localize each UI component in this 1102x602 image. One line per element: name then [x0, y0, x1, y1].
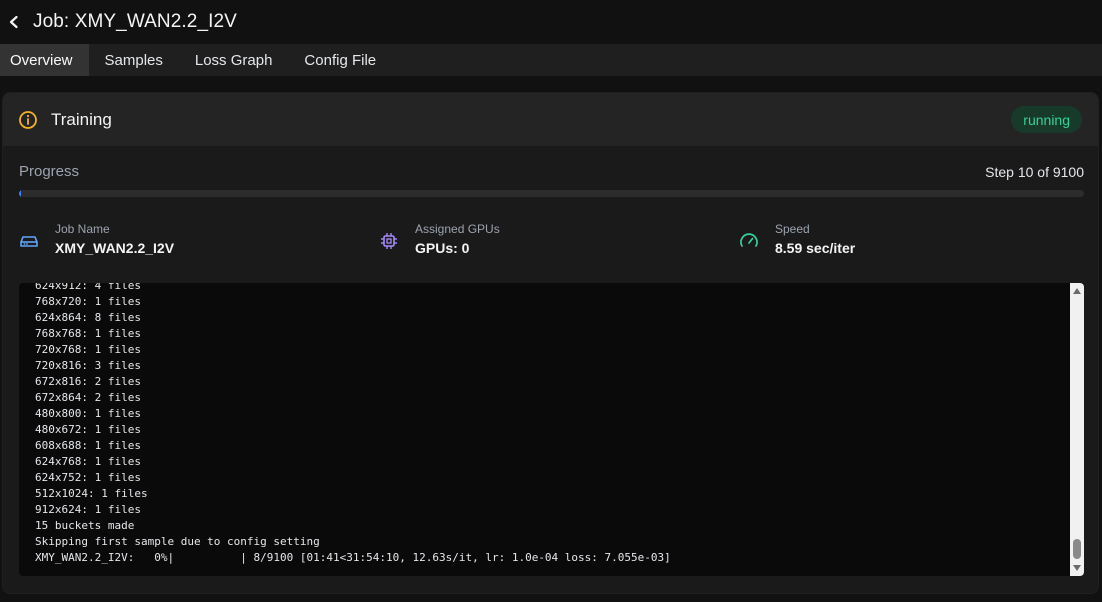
tab-bar: Overview Samples Loss Graph Config File	[0, 44, 1102, 76]
log-line: 720x816: 3 files	[35, 359, 141, 372]
progress-row: Progress Step 10 of 9100	[19, 163, 1084, 180]
page-title: Job: XMY_WAN2.2_I2V	[33, 11, 237, 32]
progress-fill	[19, 190, 21, 197]
speed-label: Speed	[775, 222, 810, 236]
job-name-label: Job Name	[55, 222, 110, 236]
log-line: 480x800: 1 files	[35, 407, 141, 420]
stat-assigned-gpus: Assigned GPUs GPUs: 0	[379, 221, 500, 258]
tab-config-file[interactable]: Config File	[288, 44, 392, 76]
log-line: 624x864: 8 files	[35, 311, 141, 324]
log-line: 672x816: 2 files	[35, 375, 141, 388]
log-line: 480x672: 1 files	[35, 423, 141, 436]
status-badge: running	[1011, 106, 1082, 133]
log-line: 624x912: 4 files	[35, 283, 141, 292]
info-icon	[18, 110, 38, 130]
speed-value: 8.59 sec/iter	[775, 240, 856, 256]
log-line: Skipping first sample due to config sett…	[35, 535, 320, 548]
stat-speed: Speed 8.59 sec/iter	[739, 221, 855, 258]
tab-loss-graph[interactable]: Loss Graph	[179, 44, 289, 76]
log-line: 720x768: 1 files	[35, 343, 141, 356]
log-line: 768x768: 1 files	[35, 327, 141, 340]
console-scrollbar[interactable]	[1070, 283, 1084, 576]
tab-overview[interactable]: Overview	[0, 44, 89, 76]
chevron-left-icon	[9, 15, 18, 29]
training-card: Training running Progress Step 10 of 910…	[2, 92, 1099, 594]
scroll-down-arrow[interactable]	[1073, 565, 1081, 571]
scroll-up-arrow[interactable]	[1073, 288, 1081, 294]
log-line: 608x688: 1 files	[35, 439, 141, 452]
assigned-gpus-label: Assigned GPUs	[415, 222, 500, 236]
card-title: Training	[51, 109, 112, 129]
top-bar: Job: XMY_WAN2.2_I2V	[0, 0, 1102, 44]
progress-bar	[19, 190, 1084, 197]
log-line: 672x864: 2 files	[35, 391, 141, 404]
tab-samples[interactable]: Samples	[89, 44, 179, 76]
scroll-thumb[interactable]	[1073, 539, 1081, 559]
log-line: 768x720: 1 files	[35, 295, 141, 308]
gauge-icon	[739, 231, 759, 251]
hard-drive-icon	[19, 231, 39, 251]
card-header: Training running	[3, 93, 1098, 146]
stat-job-name: Job Name XMY_WAN2.2_I2V	[19, 221, 174, 258]
job-name-value: XMY_WAN2.2_I2V	[55, 240, 175, 256]
cpu-chip-icon	[379, 231, 399, 251]
back-button[interactable]	[4, 12, 24, 32]
log-line: 624x768: 1 files	[35, 455, 141, 468]
log-console[interactable]: 624x912: 4 files 768x720: 1 files 624x864:…	[19, 283, 1084, 576]
log-line: 512x1024: 1 files	[35, 487, 148, 500]
log-line: 15 buckets made	[35, 519, 135, 532]
log-line: XMY_WAN2.2_I2V: 0%| | 8/9100 [01:41<31:5…	[35, 551, 671, 564]
progress-step: Step 10 of 9100	[985, 163, 1084, 180]
log-line: 624x752: 1 files	[35, 471, 141, 484]
log-line: 912x624: 1 files	[35, 503, 141, 516]
assigned-gpus-value: GPUs: 0	[415, 240, 470, 256]
progress-label: Progress	[19, 163, 80, 180]
log-output: 624x912: 4 files 768x720: 1 files 624x864:…	[35, 283, 1055, 566]
